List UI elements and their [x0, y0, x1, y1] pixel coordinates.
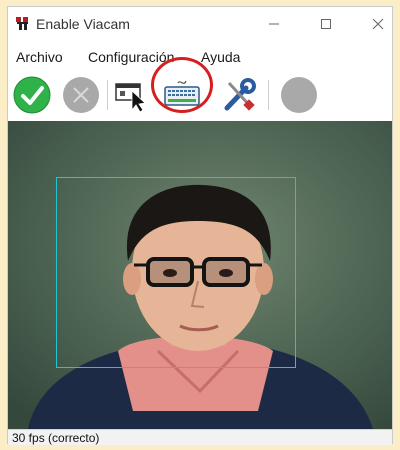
menu-archivo[interactable]: Archivo: [16, 49, 63, 65]
click-window-button[interactable]: [112, 75, 152, 115]
close-button[interactable]: [358, 7, 398, 41]
app-logo-icon: [15, 15, 31, 31]
keyboard-highlight-annotation: [151, 57, 213, 113]
app-window: Enable Viacam Archivo Configuración Ayud…: [7, 6, 393, 445]
maximize-icon: [321, 19, 331, 29]
title-bar[interactable]: Enable Viacam: [8, 7, 392, 43]
tracking-status-button[interactable]: [279, 75, 319, 115]
pointer-off-icon: [63, 77, 99, 113]
settings-tools-button[interactable]: [219, 75, 259, 115]
tools-icon: [224, 78, 256, 111]
status-text: 30 fps (correcto): [12, 431, 100, 445]
camera-view[interactable]: [8, 121, 392, 429]
click-window-icon: [115, 83, 146, 113]
toolbar-separator: [107, 80, 108, 110]
maximize-button[interactable]: [306, 7, 346, 41]
check-circle-icon: [13, 76, 51, 114]
minimize-button[interactable]: [254, 7, 294, 41]
status-bar: 30 fps (correcto): [8, 429, 392, 445]
face-tracking-box: [56, 177, 296, 368]
gray-circle-icon: [281, 77, 317, 113]
enable-tracking-button[interactable]: [12, 75, 52, 115]
window-title: Enable Viacam: [36, 16, 130, 32]
close-icon: [372, 18, 384, 30]
menu-ayuda[interactable]: Ayuda: [201, 49, 240, 65]
disable-tracking-button[interactable]: [61, 75, 101, 115]
minimize-icon: [269, 23, 279, 25]
toolbar-separator: [268, 80, 269, 110]
